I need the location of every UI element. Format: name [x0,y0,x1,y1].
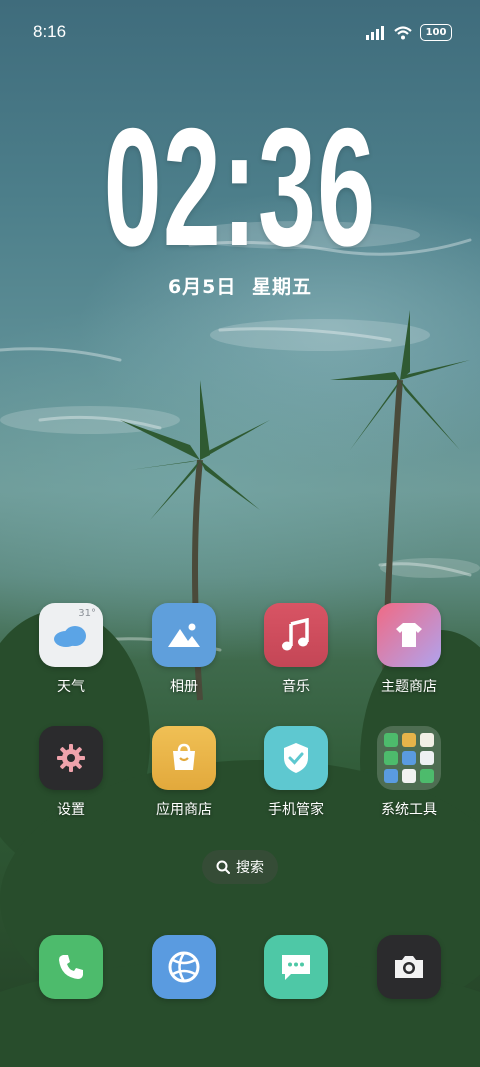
theme-store-icon [377,603,441,667]
app-label: 音乐 [282,679,310,695]
search-button[interactable]: 搜索 [202,850,278,884]
lock-clock-time[interactable]: 02:36 [91,100,389,275]
weather-icon: 31° [39,603,103,667]
app-label: 主题商店 [381,679,437,695]
dock-browser[interactable] [129,935,239,999]
app-label: 系统工具 [381,802,437,818]
security-icon [264,726,328,790]
search-icon [216,860,230,874]
app-music[interactable]: 音乐 [241,603,351,696]
battery-icon: 100 [420,24,452,41]
browser-icon [152,935,216,999]
app-theme-store[interactable]: 主题商店 [354,603,464,696]
wifi-icon [394,25,412,39]
lock-clock-date[interactable]: 6月5日 星期五 [0,272,480,299]
signal-icon [366,25,384,40]
app-settings[interactable]: 设置 [16,726,126,819]
status-time: 8:16 [33,22,67,41]
status-bar: 8:16 100 [0,22,480,46]
weather-temp: 31° [78,608,96,619]
dock-phone[interactable] [16,935,126,999]
date-day: 6月5日 [167,276,237,298]
app-folder-system-tools[interactable]: 系统工具 [354,726,464,819]
phone-icon [39,935,103,999]
settings-icon [39,726,103,790]
dock [0,935,480,999]
messages-icon [264,935,328,999]
app-app-store[interactable]: 应用商店 [129,726,239,819]
app-label: 设置 [57,802,85,818]
dock-messages[interactable] [241,935,351,999]
search-label: 搜索 [236,860,264,876]
folder-icon [377,726,441,790]
status-icons: 100 [366,24,452,41]
app-weather[interactable]: 31° 天气 [16,603,126,696]
gallery-icon [152,603,216,667]
app-store-icon [152,726,216,790]
app-label: 天气 [57,679,85,695]
camera-icon [377,935,441,999]
dock-camera[interactable] [354,935,464,999]
app-label: 相册 [170,679,198,695]
date-weekday: 星期五 [252,276,313,298]
app-security[interactable]: 手机管家 [241,726,351,819]
app-label: 应用商店 [156,802,212,818]
app-label: 手机管家 [268,802,324,818]
app-gallery[interactable]: 相册 [129,603,239,696]
music-icon [264,603,328,667]
